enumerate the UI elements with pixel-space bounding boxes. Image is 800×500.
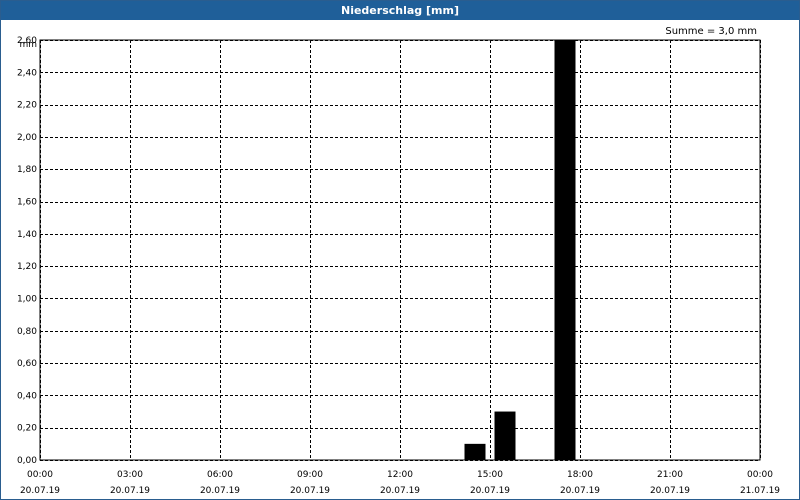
precipitation-chart: mm 0,000,200,400,600,801,001,201,401,601… — [17, 36, 780, 496]
y-tick-label: 1,00 — [17, 294, 37, 304]
bars — [464, 40, 576, 460]
y-tick-label: 1,20 — [17, 262, 37, 272]
x-tick-date: 20.07.19 — [470, 486, 510, 496]
x-tick-time: 00:00 — [747, 470, 773, 480]
x-tick-labels: 00:00 20.07.19 03:00 20.07.19 06:00 20.07.19 0… — [20, 470, 780, 496]
y-tick-labels: 0,00 0,20 0,40 0,60 0,80 1,00 1,20 1,40 1,60 1,80… — [17, 36, 37, 466]
x-tick-time: 21:00 — [657, 470, 683, 480]
y-tick-label: 2,40 — [17, 68, 37, 78]
x-tick-date: 20.07.19 — [110, 486, 150, 496]
y-tick-label: 0,40 — [17, 391, 37, 401]
x-tick-time: 18:00 — [567, 470, 593, 480]
y-tick-label: 2,60 — [17, 36, 37, 46]
x-tick-time: 03:00 — [117, 470, 143, 480]
y-tick-label: 1,40 — [17, 230, 37, 240]
x-tick-date: 20.07.19 — [650, 486, 690, 496]
x-tick-date: 20.07.19 — [20, 486, 60, 496]
x-tick-date: 20.07.19 — [560, 486, 600, 496]
x-tick-time: 06:00 — [207, 470, 233, 480]
y-tick-label: 1,60 — [17, 198, 37, 208]
x-tick-time: 12:00 — [387, 470, 413, 480]
y-tick-label: 2,00 — [17, 133, 37, 143]
x-tick-date: 20.07.19 — [380, 486, 420, 496]
y-tick-label: 2,20 — [17, 101, 37, 111]
grid-lines — [40, 40, 761, 461]
x-tick-date: 20.07.19 — [290, 486, 330, 496]
y-tick-label: 0,00 — [17, 456, 37, 466]
x-tick-date: 20.07.19 — [200, 486, 240, 496]
bar — [554, 40, 576, 460]
y-tick-label: 0,80 — [17, 327, 37, 337]
x-tick-date: 21.07.19 — [740, 486, 780, 496]
y-tick-label: 0,60 — [17, 359, 37, 369]
x-tick-time: 09:00 — [297, 470, 323, 480]
bar — [494, 411, 516, 460]
y-tick-label: 1,80 — [17, 165, 37, 175]
x-tick-time: 00:00 — [27, 470, 53, 480]
bar — [464, 443, 486, 460]
y-tick-label: 0,20 — [17, 424, 37, 434]
x-tick-time: 15:00 — [477, 470, 503, 480]
